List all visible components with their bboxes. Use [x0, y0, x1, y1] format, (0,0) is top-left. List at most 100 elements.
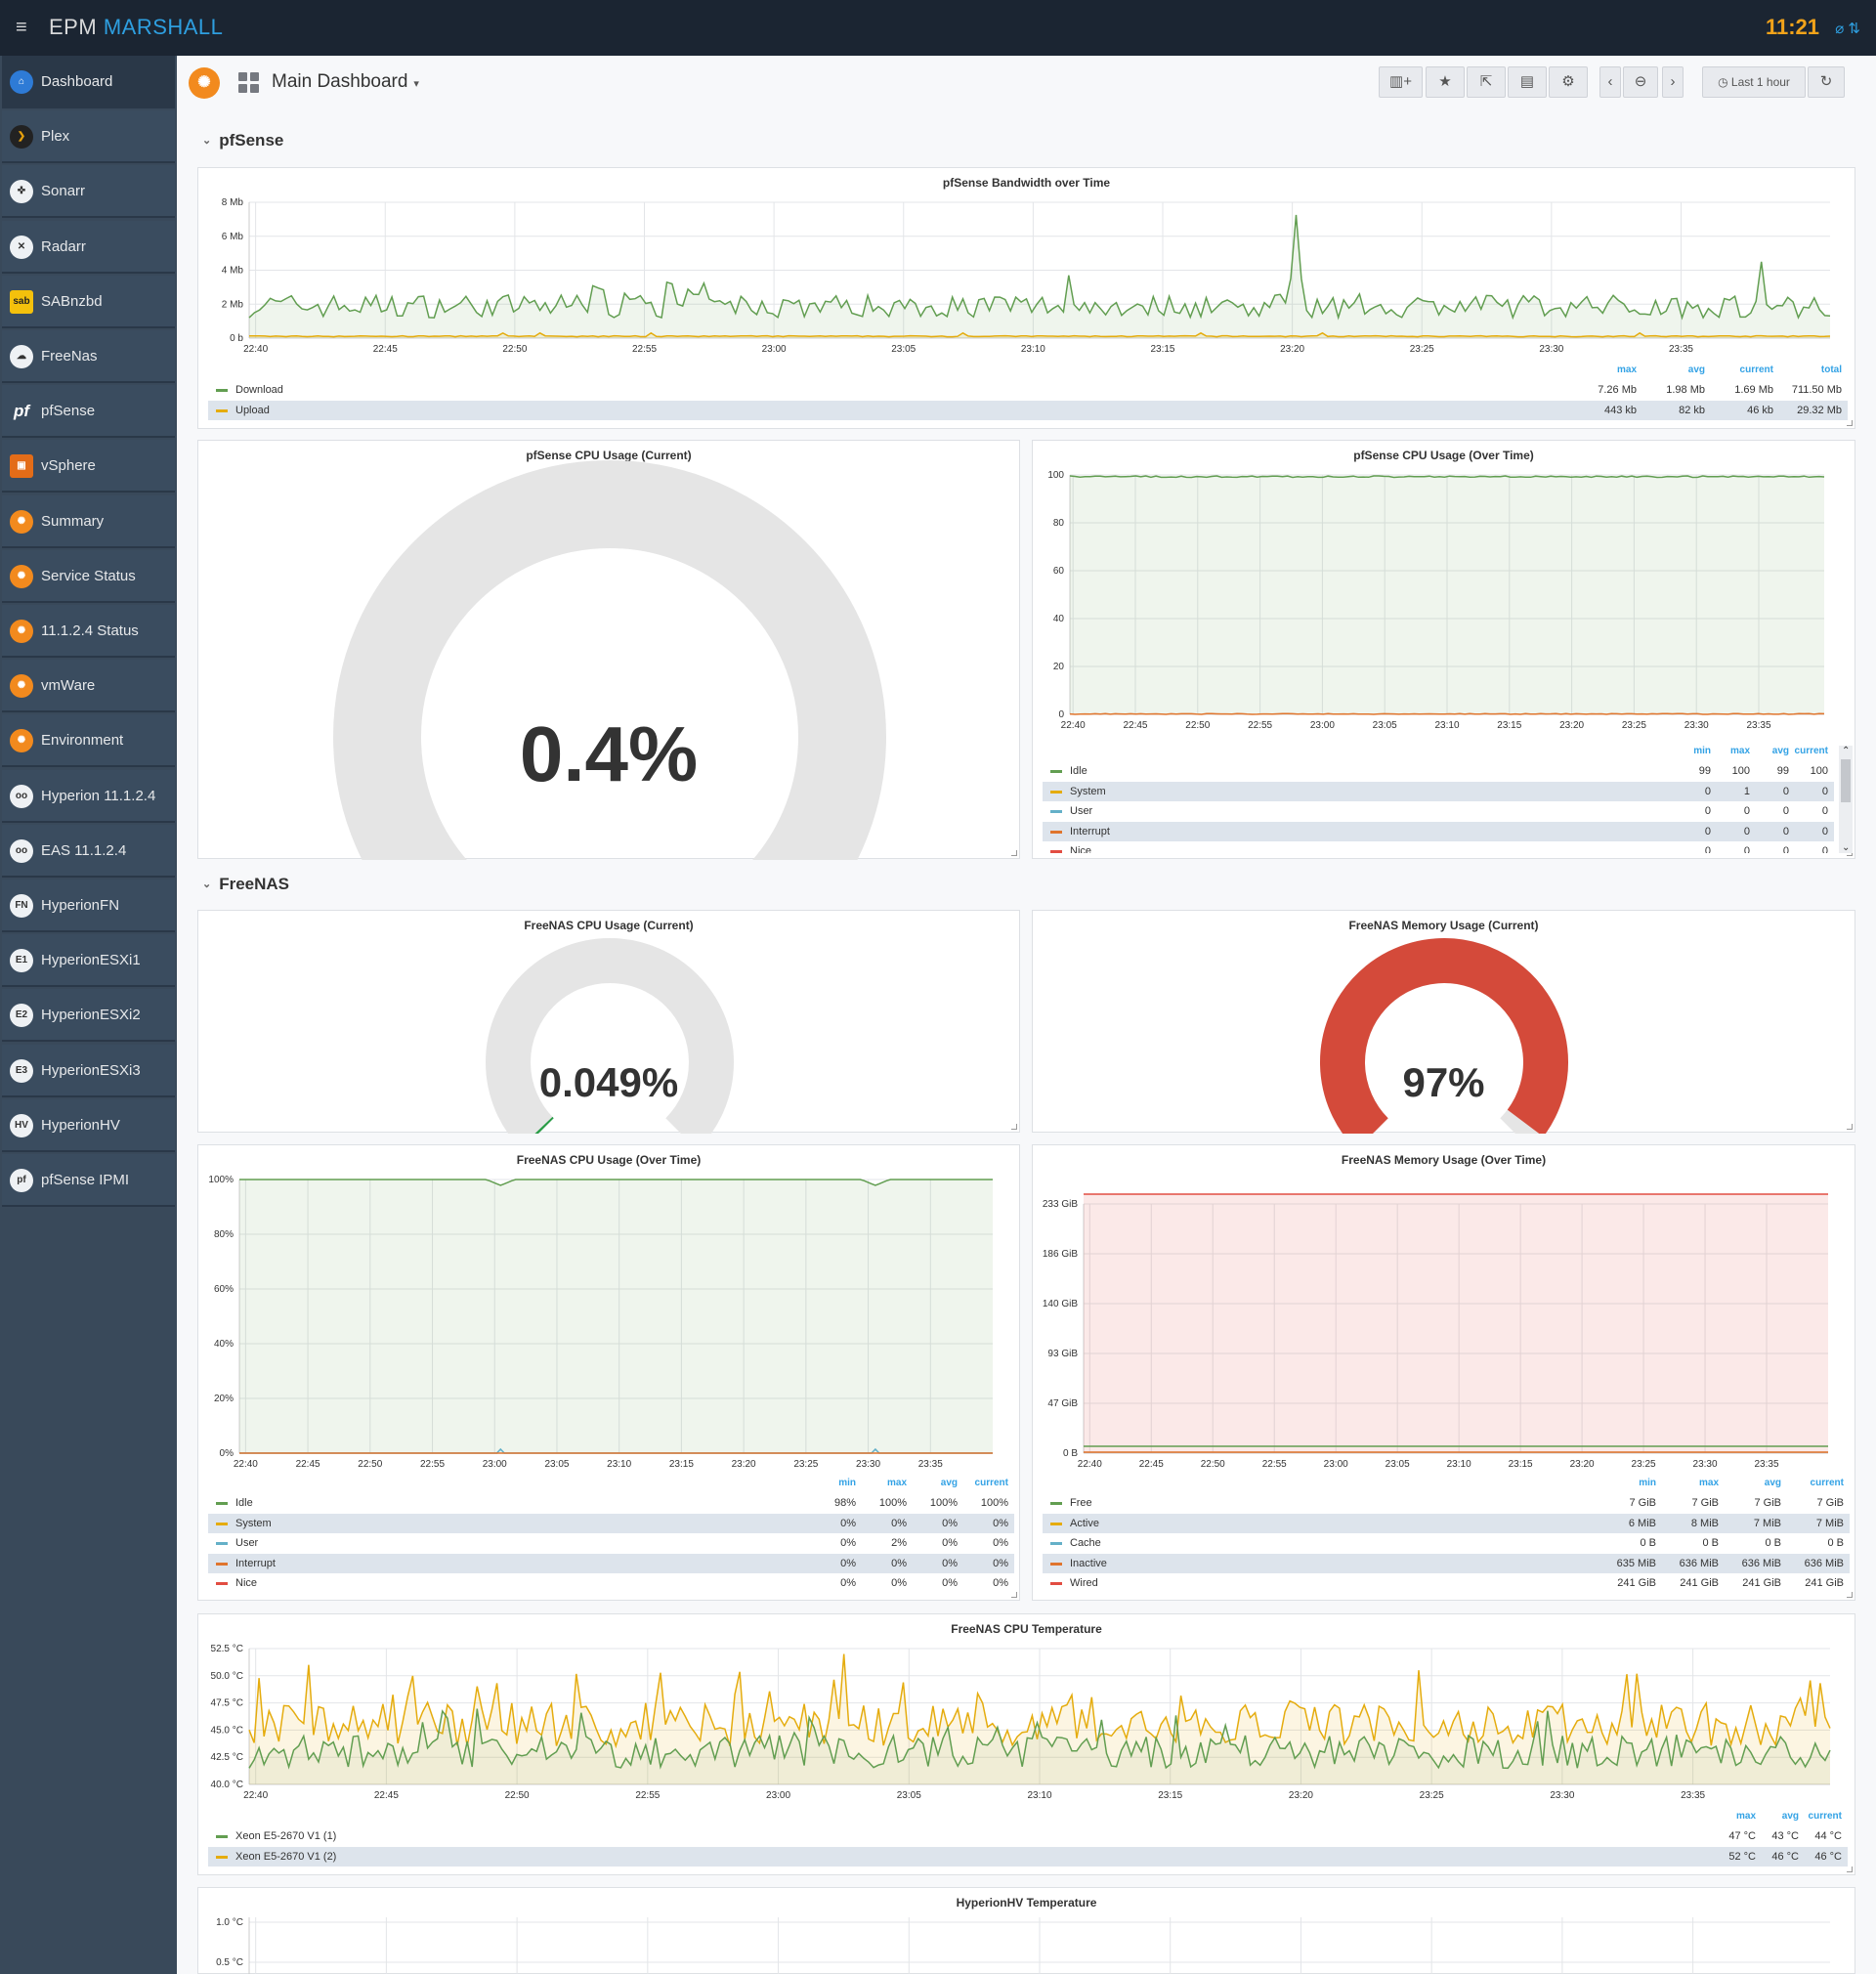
legend-series-name[interactable]: Xeon E5-2670 V1 (2)	[235, 1847, 336, 1867]
legend-header-avg[interactable]: avg	[907, 1478, 958, 1488]
legend-swatch[interactable]	[1050, 1502, 1062, 1505]
legend-series-name[interactable]: Free	[1070, 1493, 1092, 1513]
legend-header-min[interactable]: min	[1672, 746, 1711, 756]
sidebar-item-11-1-2-4-status[interactable]: ✺ 11.1.2.4 Status	[2, 605, 175, 658]
legend-row[interactable]: Inactive 635 MiB 636 MiB 636 MiB 636 MiB	[1043, 1553, 1850, 1573]
sidebar-item-environment[interactable]: ✺ Environment	[2, 714, 175, 768]
interrupt-series-line[interactable]	[1069, 712, 1825, 715]
legend-series-name[interactable]: System	[1070, 782, 1106, 801]
legend-row[interactable]: Free 7 GiB 7 GiB 7 GiB 7 GiB	[1043, 1493, 1850, 1513]
legend-row[interactable]: Xeon E5-2670 V1 (1) 47 °C 43 °C 44 °C	[208, 1826, 1848, 1846]
legend-header-max[interactable]: max	[856, 1478, 907, 1488]
legend-series-name[interactable]: Idle	[1070, 761, 1087, 781]
legend-series-name[interactable]: Interrupt	[235, 1554, 276, 1573]
sidebar-item-hyperionesxi1[interactable]: E1 HyperionESXi1	[2, 934, 175, 988]
legend-swatch[interactable]	[1050, 1542, 1062, 1545]
chart-canvas[interactable]	[198, 441, 1021, 860]
zoom-out-button[interactable]: ⊖	[1623, 66, 1658, 98]
panel-pfsense-cpu-over-time[interactable]: pfSense CPU Usage (Over Time) 100 80 60 40 2…	[1032, 440, 1855, 859]
time-back-button[interactable]: ‹	[1599, 66, 1621, 98]
row-title-pfsense[interactable]: ⌄ pfSense	[202, 131, 283, 150]
sidebar-item-hyperionfn[interactable]: FN HyperionFN	[2, 880, 175, 932]
legend-series-name[interactable]: Download	[235, 380, 283, 400]
legend-swatch[interactable]	[216, 1542, 228, 1545]
legend-swatch[interactable]	[216, 408, 228, 412]
chart-canvas[interactable]	[1033, 911, 1856, 1134]
legend-header-avg[interactable]: avg	[1750, 746, 1789, 756]
legend-header-max[interactable]: max	[1711, 746, 1750, 756]
sidebar-item-pfsense[interactable]: pf pfSense	[2, 385, 175, 439]
status-icons[interactable]: ⌀ ⇅	[1835, 20, 1860, 37]
idle-series-line[interactable]	[1069, 475, 1825, 479]
grafana-logo-icon[interactable]: ✺	[189, 67, 220, 99]
sidebar-item-dashboard[interactable]: ⌂ Dashboard	[2, 56, 175, 108]
legend-row[interactable]: System 0 1 0 0	[1043, 781, 1834, 801]
legend-row[interactable]: Download 7.26 Mb 1.98 Mb 1.69 Mb 711.50 Mb	[208, 380, 1848, 400]
legend-row[interactable]: Idle 99 100 99 100	[1043, 761, 1834, 781]
legend-swatch[interactable]	[1050, 810, 1062, 813]
legend-header-min[interactable]: min	[805, 1478, 856, 1488]
legend-header-current[interactable]: current	[1789, 746, 1828, 756]
chart-canvas[interactable]: 52.5 °C 50.0 °C 47.5 °C 45.0 °C 42.5 °C 40.0 …	[198, 1614, 1856, 1810]
legend-header-avg[interactable]: avg	[1719, 1478, 1781, 1488]
legend-row[interactable]: Active 6 MiB 8 MiB 7 MiB 7 MiB	[1043, 1513, 1850, 1533]
legend-row[interactable]: Interrupt 0% 0% 0% 0%	[208, 1553, 1014, 1573]
scroll-up-icon[interactable]: ⌃	[1842, 746, 1850, 756]
legend-header-current[interactable]: current	[1799, 1811, 1842, 1822]
legend-row[interactable]: Xeon E5-2670 V1 (2) 52 °C 46 °C 46 °C	[208, 1846, 1848, 1867]
legend-series-name[interactable]: Wired	[1070, 1573, 1098, 1593]
legend-swatch[interactable]	[1050, 850, 1062, 853]
legend-swatch[interactable]	[1050, 790, 1062, 794]
brand-logo[interactable]: EPM MARSHALL	[49, 15, 223, 40]
legend-series-name[interactable]: User	[1070, 801, 1092, 821]
time-forward-button[interactable]: ›	[1662, 66, 1684, 98]
panel-hyperionhv-temperature[interactable]: HyperionHV Temperature 1.0 °C 0.5 °C	[197, 1887, 1855, 1974]
legend-header-avg[interactable]: avg	[1756, 1811, 1799, 1822]
panel-freenas-memory-over-time[interactable]: FreeNAS Memory Usage (Over Time) 233 GiB…	[1032, 1144, 1855, 1601]
legend-header-total[interactable]: total	[1773, 365, 1842, 375]
legend-row[interactable]: Nice 0% 0% 0% 0%	[208, 1573, 1014, 1593]
legend-series-name[interactable]: Nice	[1070, 841, 1091, 853]
chart-canvas[interactable]: 100% 80% 60% 40% 20% 0%22:40 22:45 22:50 22:55 23…	[198, 1145, 1021, 1478]
hamburger-icon[interactable]: ≡	[16, 16, 27, 39]
share-button[interactable]: ⇱	[1467, 66, 1506, 98]
legend-swatch[interactable]	[216, 1562, 228, 1566]
legend-series-name[interactable]: System	[235, 1514, 272, 1533]
panel-freenas-cpu-current[interactable]: FreeNAS CPU Usage (Current) 0.049%	[197, 910, 1020, 1134]
sidebar-item-hyperionhv[interactable]: HV HyperionHV	[2, 1098, 175, 1152]
legend-header-current[interactable]: current	[1705, 365, 1773, 375]
legend-swatch[interactable]	[216, 1855, 228, 1859]
legend-series-name[interactable]: Xeon E5-2670 V1 (1)	[235, 1826, 336, 1846]
legend-swatch[interactable]	[1050, 1522, 1062, 1525]
sidebar-item-freenas[interactable]: ☁ FreeNas	[2, 330, 175, 383]
legend-swatch[interactable]	[1050, 770, 1062, 773]
legend-swatch[interactable]	[1050, 1582, 1062, 1585]
chart-canvas[interactable]: 100 80 60 40 20 022:40 22:45 22:50 22:55 23:00 23:…	[1033, 441, 1856, 734]
sidebar-item-hyperionesxi2[interactable]: E2 HyperionESXi2	[2, 989, 175, 1043]
save-button[interactable]: ▤	[1508, 66, 1547, 98]
panel-freenas-memory-current[interactable]: FreeNAS Memory Usage (Current) 97%	[1032, 910, 1856, 1134]
legend-swatch[interactable]	[216, 1835, 228, 1838]
sidebar-item-radarr[interactable]: ✕ Radarr	[2, 220, 175, 274]
legend-series-name[interactable]: Interrupt	[1070, 822, 1110, 841]
dashboard-grid-icon[interactable]	[238, 72, 260, 94]
legend-row[interactable]: Idle 98% 100% 100% 100%	[208, 1493, 1014, 1513]
sidebar-item-sonarr[interactable]: ✜ Sonarr	[2, 165, 175, 219]
legend-scrollbar[interactable]: ⌃ ⌄	[1839, 746, 1853, 853]
legend-header-max[interactable]: max	[1568, 365, 1637, 375]
panel-pfsense-cpu-current[interactable]: pfSense CPU Usage (Current) 0.4%	[197, 440, 1021, 860]
legend-series-name[interactable]: Upload	[235, 401, 270, 420]
legend-header-current[interactable]: current	[958, 1478, 1008, 1488]
sidebar-item-hyperionesxi3[interactable]: E3 HyperionESXi3	[2, 1044, 175, 1097]
time-range-picker[interactable]: ◷ Last 1 hour	[1702, 66, 1806, 98]
legend-row[interactable]: System 0% 0% 0% 0%	[208, 1513, 1014, 1533]
panel-freenas-cpu-temperature[interactable]: FreeNAS CPU Temperature 52.5 °C 50.0 °C 47…	[197, 1613, 1855, 1875]
legend-header-current[interactable]: current	[1781, 1478, 1844, 1488]
legend-swatch[interactable]	[1050, 1562, 1062, 1566]
sidebar-item-vmware[interactable]: ✺ vmWare	[2, 660, 175, 713]
sidebar-item-pfsense-ipmi[interactable]: pf pfSense IPMI	[2, 1154, 175, 1207]
legend-row[interactable]: User 0% 2% 0% 0%	[208, 1533, 1014, 1553]
dashboard-title[interactable]: Main Dashboard ▾	[272, 71, 419, 93]
scroll-thumb[interactable]	[1841, 759, 1851, 802]
legend-row[interactable]: User 0 0 0 0	[1043, 801, 1834, 821]
